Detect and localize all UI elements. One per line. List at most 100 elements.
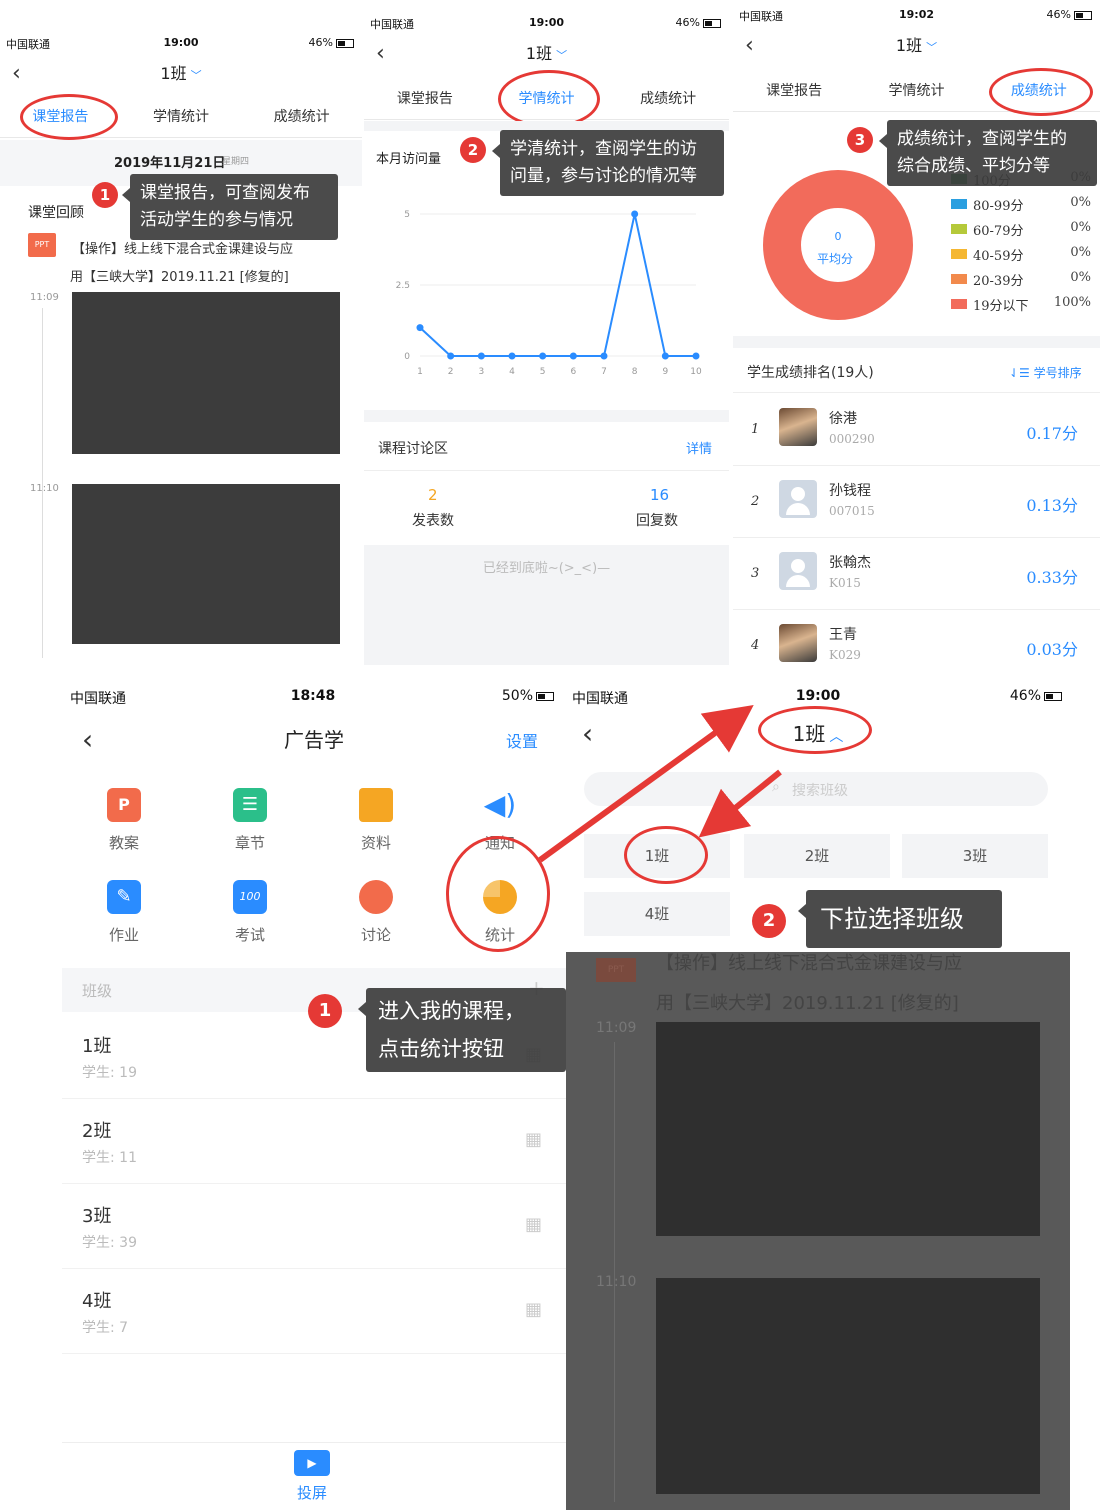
tab-learning-stats[interactable]: 学情统计 [121,96,242,137]
slide-thumbnail[interactable] [72,292,340,454]
timestamp: 11:10 [596,1274,637,1290]
student-name: 徐港 [829,411,857,427]
student-id: K015 [829,576,861,590]
nav-bar: ‹ 广告学 设置 [0,718,566,762]
legend-item: 20-39分 0% [951,270,1091,290]
student-score: 0.17分 [1026,424,1078,443]
highlight-ring [20,94,118,140]
end-of-list-text: 已经到底啦~(>_<)— [482,561,611,576]
class-row[interactable]: 2班 学生: 11 ▦ [62,1099,566,1184]
clock: 19:02 [898,8,934,21]
student-id: 000290 [829,432,875,446]
settings-link[interactable]: 设置 [506,728,538,752]
callout: 进入我的课程， 点击统计按钮 [358,988,566,1072]
slide-thumbnail [656,1022,1040,1236]
legend-swatch [951,224,967,234]
tab-learning-stats[interactable]: 学情统计 [855,70,977,111]
score-legend: 100分0%80-99分0%60-79分0%40-59分0%20-39分0%19… [951,170,1091,320]
discussion-label: 课程讨论区 [378,441,448,457]
student-score: 0.13分 [1026,496,1078,515]
details-link[interactable]: 详情 [686,438,712,457]
step-badge: 2 [752,904,786,938]
qr-code-icon[interactable]: ▦ [525,1299,542,1320]
class-search-input[interactable]: ⌕ 搜索班级 [584,772,1048,806]
data-point [508,352,516,360]
posts-label: 发表数 [412,513,454,529]
ranking-row[interactable]: 2 孙钱程 007015 0.13分 [733,466,1100,538]
ppt-icon: P [107,788,141,822]
default-avatar-icon [779,480,817,518]
ranking-row[interactable]: 3 张翰杰 K015 0.33分 [733,538,1100,610]
data-point [692,352,700,360]
tool-homework[interactable]: ✎ 作业 [84,880,164,945]
class-selector[interactable]: 1班 ﹀ [733,28,1100,66]
battery-icon [536,691,554,701]
nav-bar: ‹ 1班 ﹀ [0,56,362,92]
tab-class-report[interactable]: 课堂报告 [733,70,855,111]
data-point [416,324,424,332]
class-selector[interactable]: 1班 ﹀ [0,56,362,94]
qr-code-icon[interactable]: ▦ [525,1129,542,1150]
qr-code-icon[interactable]: ▦ [525,1214,542,1235]
highlight-ring [758,706,872,754]
legend-swatch [951,274,967,284]
avatar [779,624,817,662]
panel-class-report: 中国联通 19:00 46% ‹ 1班 ﹀ 课堂报告 学情统计 成绩统计 2019… [0,0,362,665]
avatar [779,408,817,446]
tool-lesson-plan[interactable]: P 教案 [84,788,164,853]
timestamp: 11:09 [30,292,59,303]
x-tick-label: 8 [632,367,638,377]
class-option-2[interactable]: 2班 [744,834,890,878]
class-selector[interactable]: 1班 ﹀ [364,36,729,74]
x-tick-label: 5 [540,367,546,377]
tool-chapters[interactable]: ☰ 章节 [210,788,290,853]
divider [733,336,1100,348]
data-point [631,210,639,218]
dimmed-overlay[interactable]: PPT 【操作】线上线下混合式金课建设与应 用【三峡大学】2019.11.21 … [566,952,1070,1510]
tab-score-stats[interactable]: 成绩统计 [241,96,362,137]
tab-score-stats[interactable]: 成绩统计 [607,78,729,119]
ppt-icon: PPT [596,958,636,982]
ranking-title: 学生成绩排名(19人) [747,365,874,381]
legend-item: 19分以下 100% [951,295,1091,315]
tool-materials[interactable]: 资料 [336,788,416,853]
timestamp: 11:09 [596,1020,637,1036]
legend-item: 80-99分 0% [951,195,1091,215]
play-screen-icon: ▶ [294,1450,330,1476]
legend-percent: 0% [1070,195,1091,210]
visits-line-chart: 0 2.5 5 1 2 3 4 5 6 7 8 9 10 [396,210,702,377]
ranking-row[interactable]: 4 王青 K029 0.03分 [733,610,1100,665]
callout: 成绩统计，查阅学生的 综合成绩、平均分等 [879,120,1097,186]
class-option-3[interactable]: 3班 [902,834,1048,878]
legend-label: 40-59分 [973,249,1024,264]
highlight-ring [624,826,708,884]
student-score: 0.33分 [1026,568,1078,587]
search-icon: ⌕ [772,779,780,795]
tab-class-report[interactable]: 课堂报告 [364,78,486,119]
x-tick-label: 7 [601,367,607,377]
slide-thumbnail[interactable] [72,484,340,644]
battery-status: 46% [676,16,721,29]
class-row[interactable]: 4班 学生: 7 ▦ [62,1269,566,1354]
legend-item: 60-79分 0% [951,220,1091,240]
rank-number: 3 [751,566,760,581]
report-weekday: 星期四 [222,157,250,167]
class-row[interactable]: 3班 学生: 39 ▦ [62,1184,566,1269]
step-badge: 2 [460,137,486,163]
legend-label: 60-79分 [973,224,1024,239]
highlight-ring [498,70,600,128]
ranking-row[interactable]: 1 徐港 000290 0.17分 [733,394,1100,466]
tool-exam[interactable]: 100 考试 [210,880,290,945]
timeline [614,1042,615,1502]
activity-item[interactable]: 【操作】线上线下混合式金课建设与应 用【三峡大学】2019.11.21 [修复的… [70,236,293,292]
footer-area: 已经到底啦~(>_<)— [364,545,729,665]
list-icon: ☰ [233,788,267,822]
tool-discussion[interactable]: 讨论 [336,880,416,945]
student-name: 孙钱程 [829,483,871,499]
donut-hole [802,209,874,281]
class-option-4[interactable]: 4班 [584,892,730,936]
panel-class-dropdown: 中国联通 19:00 46% ‹ 1班 ︿ ⌕ 搜索班级 1班 2班 3班 4班 … [566,668,1070,1510]
sort-by-id-button[interactable]: ⇃☰ 学号排序 [1009,364,1082,381]
cast-screen-button[interactable]: ▶ 投屏 [282,1450,342,1503]
average-score-value: 0 [834,230,842,243]
